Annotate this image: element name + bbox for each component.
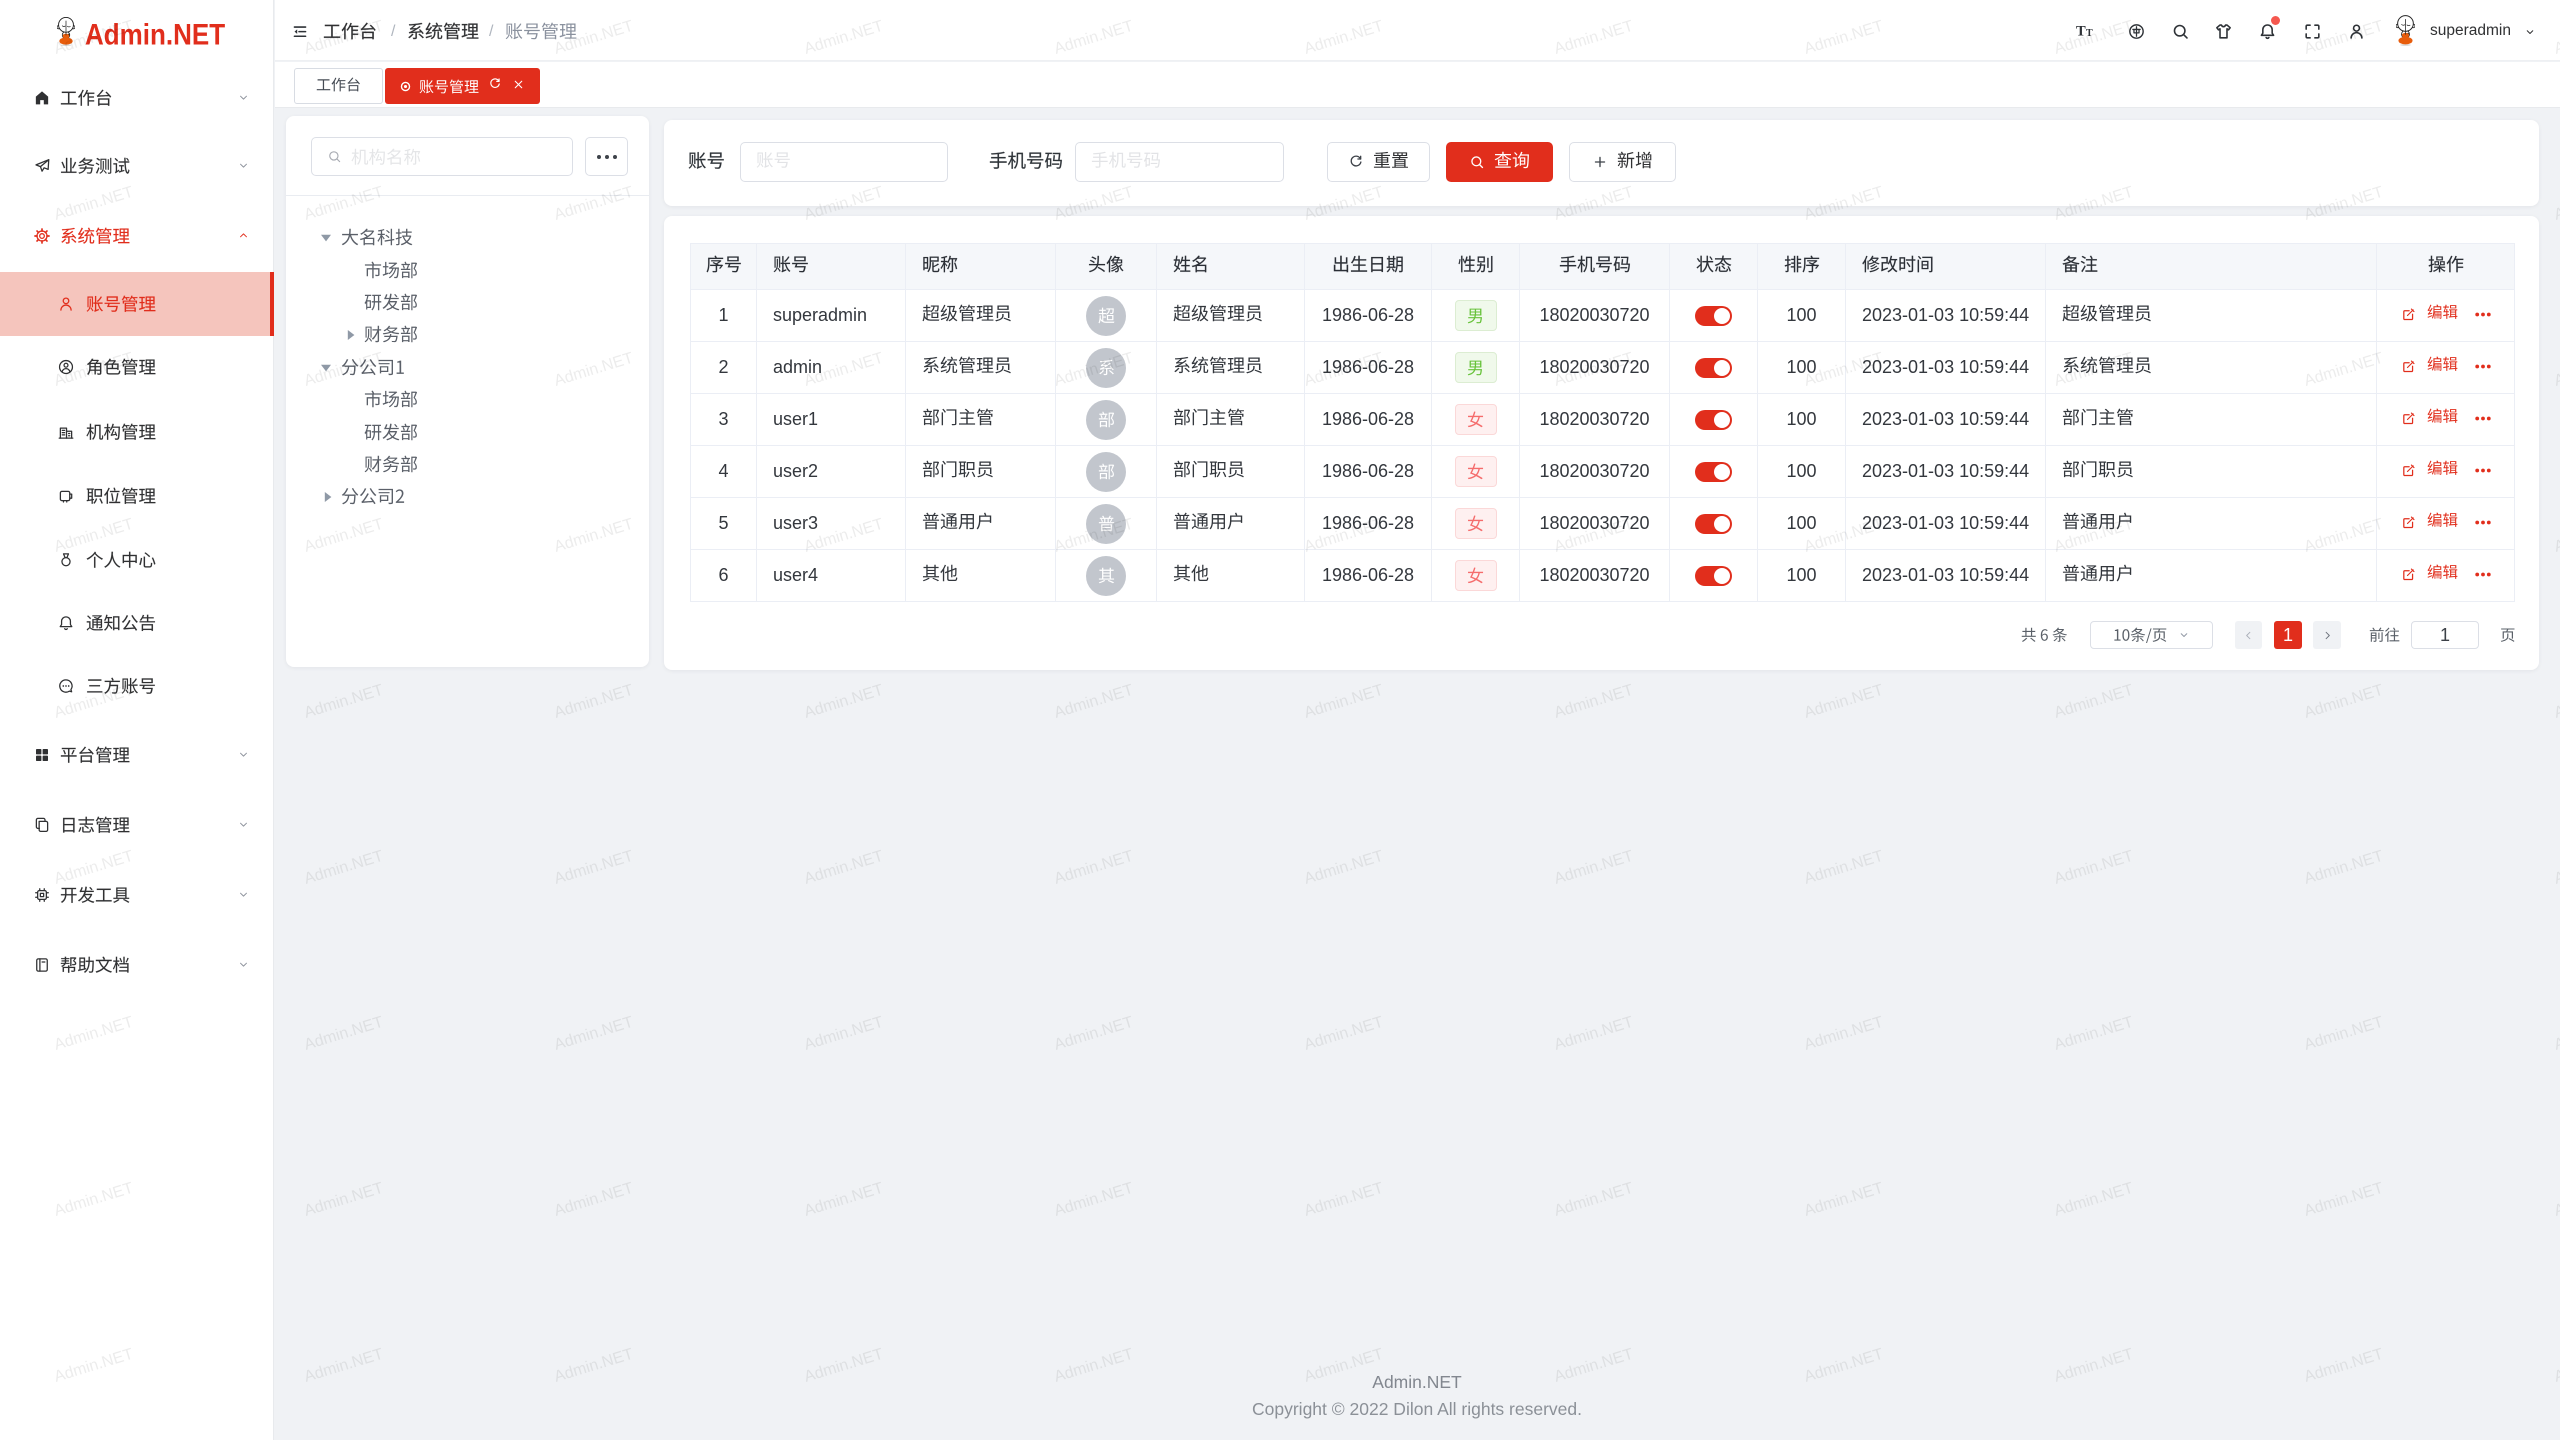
svg-text:T: T [2076, 24, 2086, 40]
svg-text:T: T [2086, 28, 2093, 39]
